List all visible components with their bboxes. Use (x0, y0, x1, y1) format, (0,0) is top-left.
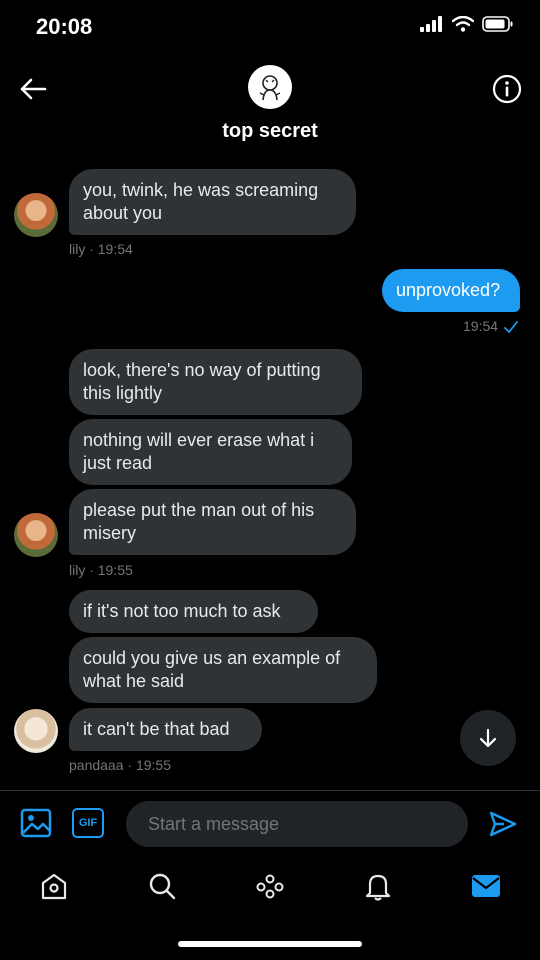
sender-avatar[interactable] (14, 193, 58, 237)
tab-home[interactable] (34, 868, 74, 904)
compose-bar: GIF (0, 790, 540, 858)
notifications-icon (365, 874, 391, 901)
message-meta: lily · 19:55 (69, 562, 133, 578)
battery-icon (482, 16, 513, 32)
back-arrow-icon (20, 78, 47, 100)
group-avatar-drawing-icon (259, 75, 281, 101)
message-bubble[interactable]: you, twink, he was screaming about you (69, 169, 356, 235)
message-bubble[interactable]: could you give us an example of what he … (69, 637, 377, 703)
tab-messages[interactable] (466, 868, 506, 904)
arrow-down-icon (479, 728, 497, 748)
message-meta: pandaaa · 19:55 (69, 757, 171, 773)
status-bar: 20:08 (0, 0, 540, 56)
conversation-header: top secret (0, 56, 540, 152)
message-input[interactable] (126, 801, 468, 847)
message-bubble[interactable]: if it's not too much to ask (69, 590, 318, 633)
image-icon (20, 808, 52, 838)
communities-icon (256, 874, 284, 899)
send-button[interactable] (486, 807, 520, 841)
back-button[interactable] (16, 72, 50, 106)
wifi-icon (452, 16, 474, 32)
gif-icon: GIF (78, 817, 98, 829)
message-bubble[interactable]: please put the man out of his misery (69, 489, 356, 555)
message-meta: 19:54 (463, 318, 499, 334)
message-bubble[interactable]: look, there's no way of putting this lig… (69, 349, 362, 415)
sender-avatar[interactable] (14, 513, 58, 557)
group-avatar[interactable] (248, 65, 292, 109)
message-bubble[interactable]: nothing will ever erase what i just read (69, 419, 352, 485)
conversation-title: top secret (222, 120, 318, 142)
message-bubble-outgoing[interactable]: unprovoked? (382, 269, 520, 312)
tab-notifications[interactable] (358, 868, 398, 904)
status-time: 20:08 (36, 14, 93, 39)
home-indicator[interactable] (178, 941, 362, 947)
message-meta: lily · 19:54 (69, 241, 133, 257)
signal-icon (420, 16, 442, 32)
tab-communities[interactable] (250, 868, 290, 904)
message-bubble[interactable]: it can't be that bad (69, 708, 262, 751)
status-icons (420, 16, 514, 32)
gif-button[interactable]: GIF (72, 808, 104, 838)
messages-icon (472, 875, 500, 897)
info-button[interactable] (490, 72, 524, 106)
sender-avatar[interactable] (14, 709, 58, 753)
send-icon (489, 811, 517, 837)
info-icon (492, 74, 522, 104)
home-icon (41, 873, 67, 900)
bottom-tab-bar (0, 858, 540, 914)
add-image-button[interactable] (20, 807, 52, 839)
tab-search[interactable] (142, 868, 182, 904)
sent-check-icon (504, 321, 518, 334)
search-icon (149, 873, 176, 900)
scroll-to-bottom-button[interactable] (460, 710, 516, 766)
